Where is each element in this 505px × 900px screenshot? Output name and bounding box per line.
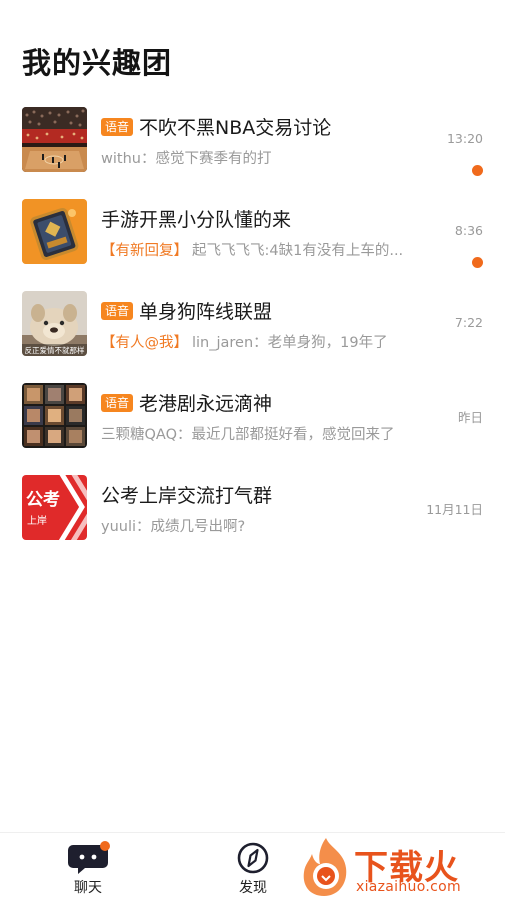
- last-message-text: 起飞飞飞飞:4缺1有没有上车的...: [192, 243, 404, 259]
- xiazaihuo-watermark: 下载火 xiazaihuo.com: [296, 834, 505, 900]
- group-avatar: [22, 383, 87, 448]
- chat-badge-dot: [100, 841, 110, 851]
- page-title: 我的兴趣团: [22, 46, 173, 80]
- group-name: 不吹不黑NBA交易讨论: [139, 117, 332, 139]
- group-row[interactable]: 语音 老港剧永远滴神 昨日 三颗糖QAQ：最近几部都挺好看，感觉回来了: [0, 383, 505, 475]
- tab-discover[interactable]: 发现: [213, 841, 293, 897]
- last-message: yuuli：成绩几号出啊?: [101, 515, 445, 536]
- group-name: 公考上岸交流打气群: [101, 485, 273, 507]
- last-message-text: withu：感觉下赛季有的打: [101, 151, 272, 167]
- group-name-line: 手游开黑小分队懂的来: [101, 205, 435, 232]
- last-message-text: lin_jaren：老单身狗，19年了: [192, 335, 388, 351]
- new-reply-tag: 【有新回复】: [101, 243, 188, 259]
- group-avatar: [22, 107, 87, 172]
- hk-drama-collage-image: [22, 383, 87, 448]
- voice-badge: 语音: [101, 393, 134, 412]
- compass-icon: [237, 842, 269, 874]
- group-name-line: 公考上岸交流打气群: [101, 481, 435, 508]
- last-message: withu：感觉下赛季有的打: [101, 147, 445, 168]
- last-message-time: 13:20: [446, 131, 483, 146]
- basketball-arena-image: [22, 107, 87, 172]
- exam-logo-image: 公考 上岸: [22, 475, 87, 540]
- game-card-image: [22, 199, 87, 264]
- group-row[interactable]: 反正爱情不就那样 语音 单身狗阵线联盟 7:22 【有人@我】 lin_jaren…: [0, 291, 505, 383]
- voice-badge: 语音: [101, 301, 134, 320]
- group-name: 老港剧永远滴神: [139, 393, 273, 415]
- group-name-line: 语音 不吹不黑NBA交易讨论: [101, 113, 435, 140]
- group-avatar: 反正爱情不就那样: [22, 291, 87, 356]
- unread-dot: [472, 165, 483, 176]
- watermark-url: xiazaihuo.com: [356, 879, 461, 895]
- group-row[interactable]: 公考 上岸 公考上岸交流打气群 11月11日 yuuli：成绩几号出啊?: [0, 475, 505, 567]
- last-message-time: 昨日: [457, 410, 483, 425]
- last-message-text: 三颗糖QAQ：最近几部都挺好看，感觉回来了: [101, 427, 395, 443]
- avatar-main-text: 公考: [26, 489, 60, 510]
- flame-logo-icon: [303, 838, 347, 896]
- group-name: 手游开黑小分队懂的来: [101, 209, 292, 231]
- group-avatar: 公考 上岸: [22, 475, 87, 540]
- interest-groups-page: 我的兴趣团 语音 不吹不黑NBA交易讨论 13:20 withu：感觉下赛季有的…: [0, 0, 505, 900]
- voice-badge: 语音: [101, 117, 134, 136]
- avatar-sub-text: 上岸: [27, 515, 47, 527]
- last-message: 三颗糖QAQ：最近几部都挺好看，感觉回来了: [101, 423, 445, 444]
- group-avatar: [22, 199, 87, 264]
- last-message-text: yuuli：成绩几号出啊?: [101, 519, 246, 535]
- group-name-line: 语音 老港剧永远滴神: [101, 389, 435, 416]
- last-message-time: 7:22: [454, 315, 483, 330]
- tab-discover-label: 发现: [239, 880, 267, 896]
- avatar-caption: 反正爱情不就那样: [25, 345, 85, 355]
- last-message: 【有人@我】 lin_jaren：老单身狗，19年了: [101, 331, 445, 352]
- group-name: 单身狗阵线联盟: [139, 301, 273, 323]
- unread-dot: [472, 257, 483, 268]
- tab-chat-label: 聊天: [74, 880, 102, 896]
- group-row[interactable]: 语音 不吹不黑NBA交易讨论 13:20 withu：感觉下赛季有的打: [0, 107, 505, 199]
- last-message-time: 8:36: [454, 223, 483, 238]
- dog-meme-image: 反正爱情不就那样: [22, 291, 87, 356]
- group-row[interactable]: 手游开黑小分队懂的来 8:36 【有新回复】 起飞飞飞飞:4缺1有没有上车的...: [0, 199, 505, 291]
- tab-chat[interactable]: 聊天: [48, 841, 128, 897]
- group-list: 语音 不吹不黑NBA交易讨论 13:20 withu：感觉下赛季有的打 手游开黑…: [0, 107, 505, 567]
- last-message: 【有新回复】 起飞飞飞飞:4缺1有没有上车的...: [101, 239, 445, 260]
- group-name-line: 语音 单身狗阵线联盟: [101, 297, 435, 324]
- mentioned-tag: 【有人@我】: [101, 335, 188, 351]
